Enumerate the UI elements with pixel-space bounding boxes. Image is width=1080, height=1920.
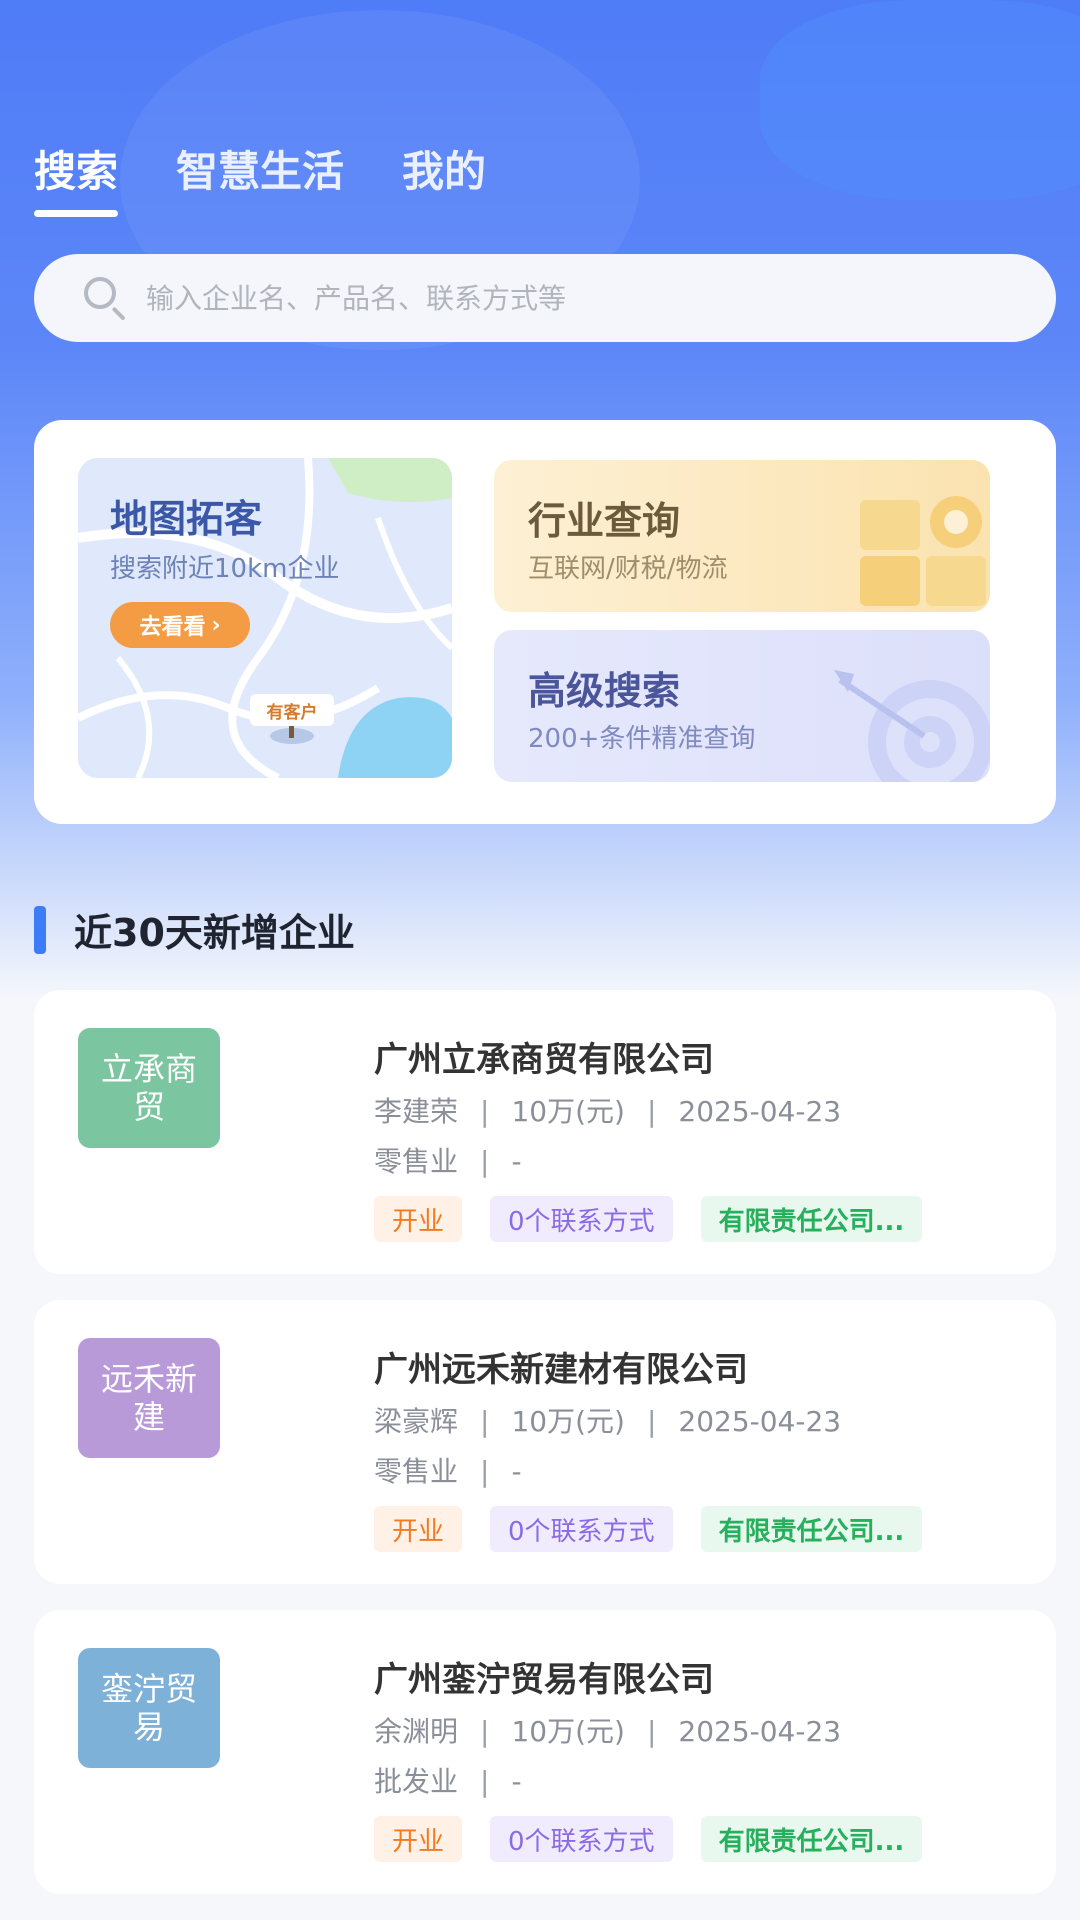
contacts-badge[interactable]: 0个联系方式: [490, 1196, 673, 1242]
company-logo: 立承商贸: [78, 1028, 220, 1148]
company-meta: 梁豪辉 | 10万(元) | 2025-04-23: [374, 1405, 842, 1438]
section-header: 近30天新增企业: [34, 902, 355, 957]
company-logo: 銮泞贸易: [78, 1648, 220, 1768]
company-industry-row: 零售业 | -: [374, 1145, 522, 1178]
feature-panel: 地图拓客 搜索附近10km企业 去看看 › 有客户 行业查询 互联网/财税/物流…: [34, 420, 1056, 824]
company-name[interactable]: 广州立承商贸有限公司: [374, 1032, 714, 1081]
industry-card-title: 行业查询: [528, 499, 681, 543]
search-icon: [82, 275, 128, 321]
contacts-badge[interactable]: 0个联系方式: [490, 1506, 673, 1552]
company-name[interactable]: 广州远禾新建材有限公司: [374, 1342, 748, 1391]
company-card[interactable]: 远禾新建 广州远禾新建材有限公司 梁豪辉 | 10万(元) | 2025-04-23 零…: [34, 1300, 1056, 1584]
tab-mine[interactable]: 我的: [402, 138, 486, 199]
map-card-subtitle: 搜索附近10km企业: [110, 554, 340, 584]
legal-representative: 梁豪辉: [374, 1405, 459, 1438]
advanced-search-card[interactable]: 高级搜索 200+条件精准查询: [494, 630, 990, 782]
legal-representative: 李建荣: [374, 1095, 459, 1128]
industry-extra: -: [511, 1145, 522, 1178]
status-badge: 开业: [374, 1816, 463, 1862]
legal-representative: 余渊明: [374, 1715, 459, 1748]
status-badge: 开业: [374, 1196, 463, 1242]
search-bar[interactable]: [34, 254, 1056, 342]
company-industry-row: 批发业 | -: [374, 1765, 522, 1798]
contacts-badge[interactable]: 0个联系方式: [490, 1816, 673, 1862]
go-see-button[interactable]: 去看看 ›: [110, 602, 250, 648]
status-badge: 开业: [374, 1506, 463, 1552]
company-type-badge: 有限责任公司...: [700, 1196, 923, 1242]
company-meta: 李建荣 | 10万(元) | 2025-04-23: [374, 1095, 842, 1128]
industry-cubes-icon: [860, 496, 986, 606]
industry-extra: -: [511, 1765, 522, 1798]
company-tags: 开业 0个联系方式 有限责任公司...: [374, 1816, 923, 1862]
search-input[interactable]: [146, 281, 946, 315]
company-card[interactable]: 銮泞贸易 广州銮泞贸易有限公司 余渊明 | 10万(元) | 2025-04-23 批发…: [34, 1610, 1056, 1894]
advanced-card-subtitle: 200+条件精准查询: [528, 724, 756, 754]
company-logo: 远禾新建: [78, 1338, 220, 1458]
industry: 零售业: [374, 1455, 459, 1488]
company-tags: 开业 0个联系方式 有限责任公司...: [374, 1196, 923, 1242]
company-name[interactable]: 广州銮泞贸易有限公司: [374, 1652, 714, 1701]
advanced-card-title: 高级搜索: [528, 669, 681, 713]
industry-card-subtitle: 互联网/财税/物流: [528, 554, 728, 584]
company-type-badge: 有限责任公司...: [700, 1816, 923, 1862]
registered-capital: 10万(元): [511, 1095, 625, 1128]
registered-capital: 10万(元): [511, 1405, 625, 1438]
company-meta: 余渊明 | 10万(元) | 2025-04-23: [374, 1715, 842, 1748]
company-industry-row: 零售业 | -: [374, 1455, 522, 1488]
company-tags: 开业 0个联系方式 有限责任公司...: [374, 1506, 923, 1552]
industry: 批发业: [374, 1765, 459, 1798]
industry-extra: -: [511, 1455, 522, 1488]
industry: 零售业: [374, 1145, 459, 1178]
section-title: 近30天新增企业: [74, 911, 355, 955]
map-prospecting-card[interactable]: 地图拓客 搜索附近10km企业 去看看 › 有客户: [78, 458, 452, 778]
tab-smart-life[interactable]: 智慧生活: [176, 138, 344, 199]
registered-capital: 10万(元): [511, 1715, 625, 1748]
target-icon: [834, 670, 990, 782]
established-date: 2025-04-23: [678, 1095, 842, 1128]
industry-query-card[interactable]: 行业查询 互联网/财税/物流: [494, 460, 990, 612]
go-see-label: 去看看: [139, 615, 206, 640]
map-pin-label: 有客户: [250, 694, 334, 726]
company-type-badge: 有限责任公司...: [700, 1506, 923, 1552]
established-date: 2025-04-23: [678, 1715, 842, 1748]
tab-search[interactable]: 搜索: [34, 138, 119, 217]
map-card-title: 地图拓客: [110, 497, 263, 541]
company-card[interactable]: 立承商贸 广州立承商贸有限公司 李建荣 | 10万(元) | 2025-04-23 零售…: [34, 990, 1056, 1274]
top-tabs: 搜索 智慧生活 我的: [34, 138, 486, 217]
chevron-right-icon: ›: [211, 612, 221, 638]
established-date: 2025-04-23: [678, 1405, 842, 1438]
section-accent-bar: [34, 905, 46, 954]
